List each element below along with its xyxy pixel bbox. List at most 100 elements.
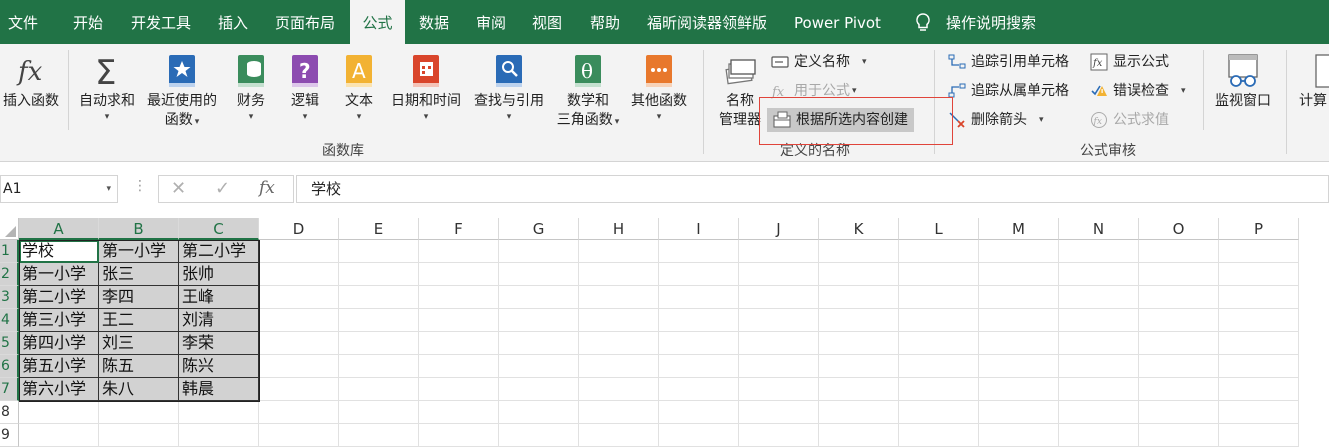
- column-header-p[interactable]: P: [1219, 218, 1299, 240]
- cell-f6[interactable]: [419, 355, 499, 378]
- cell-l8[interactable]: [899, 401, 979, 424]
- cell-k1[interactable]: [819, 240, 899, 263]
- cell-b5[interactable]: 刘三: [99, 332, 179, 355]
- show-formulas-button[interactable]: fx 显示公式: [1090, 50, 1169, 74]
- cell-l6[interactable]: [899, 355, 979, 378]
- cell-f8[interactable]: [419, 401, 499, 424]
- cell-l9[interactable]: [899, 424, 979, 447]
- row-header-9[interactable]: 9: [0, 424, 19, 447]
- cell-k5[interactable]: [819, 332, 899, 355]
- formula-bar-grip[interactable]: ⋮: [133, 178, 147, 194]
- row-header-5[interactable]: 5: [0, 332, 19, 355]
- cell-b2[interactable]: 张三: [99, 263, 179, 286]
- cell-i7[interactable]: [659, 378, 739, 401]
- cell-g4[interactable]: [499, 309, 579, 332]
- cell-d7[interactable]: [259, 378, 339, 401]
- cell-e6[interactable]: [339, 355, 419, 378]
- cell-f7[interactable]: [419, 378, 499, 401]
- cell-k9[interactable]: [819, 424, 899, 447]
- cell-m2[interactable]: [979, 263, 1059, 286]
- cell-o4[interactable]: [1139, 309, 1219, 332]
- cell-h6[interactable]: [579, 355, 659, 378]
- cell-j6[interactable]: [739, 355, 819, 378]
- cell-e3[interactable]: [339, 286, 419, 309]
- cell-p6[interactable]: [1219, 355, 1299, 378]
- cell-c2[interactable]: 张帅: [179, 263, 259, 286]
- cell-d8[interactable]: [259, 401, 339, 424]
- trace-precedents-button[interactable]: 追踪引用单元格: [948, 50, 1069, 74]
- cell-j1[interactable]: [739, 240, 819, 263]
- cell-l3[interactable]: [899, 286, 979, 309]
- cell-l1[interactable]: [899, 240, 979, 263]
- watch-window-button[interactable]: 监视窗口: [1208, 52, 1278, 111]
- cell-n9[interactable]: [1059, 424, 1139, 447]
- cell-j5[interactable]: [739, 332, 819, 355]
- cell-g2[interactable]: [499, 263, 579, 286]
- cell-l2[interactable]: [899, 263, 979, 286]
- column-header-k[interactable]: K: [819, 218, 899, 240]
- define-name-button[interactable]: 定义名称 ▾: [771, 50, 867, 74]
- cell-i9[interactable]: [659, 424, 739, 447]
- cell-n4[interactable]: [1059, 309, 1139, 332]
- cell-j9[interactable]: [739, 424, 819, 447]
- cell-m4[interactable]: [979, 309, 1059, 332]
- cell-c1[interactable]: 第二小学: [179, 240, 259, 263]
- tell-me-search[interactable]: 操作说明搜索: [946, 0, 1036, 44]
- tab-foxit[interactable]: 福昕阅读器领鲜版: [647, 0, 767, 44]
- cell-d3[interactable]: [259, 286, 339, 309]
- cell-i2[interactable]: [659, 263, 739, 286]
- tab-power-pivot[interactable]: Power Pivot: [794, 0, 881, 44]
- cell-d1[interactable]: [259, 240, 339, 263]
- cell-b8[interactable]: [99, 401, 179, 424]
- cell-k7[interactable]: [819, 378, 899, 401]
- row-header-2[interactable]: 2: [0, 263, 19, 286]
- column-header-i[interactable]: I: [659, 218, 739, 240]
- cell-h5[interactable]: [579, 332, 659, 355]
- cell-k2[interactable]: [819, 263, 899, 286]
- cell-e2[interactable]: [339, 263, 419, 286]
- column-header-m[interactable]: M: [979, 218, 1059, 240]
- insert-function-button[interactable]: fx 插入函数: [0, 52, 62, 111]
- tab-formulas[interactable]: 公式: [350, 0, 405, 44]
- cell-c5[interactable]: 李荣: [179, 332, 259, 355]
- cell-g8[interactable]: [499, 401, 579, 424]
- cell-h4[interactable]: [579, 309, 659, 332]
- cell-k8[interactable]: [819, 401, 899, 424]
- recently-used-button[interactable]: 最近使用的 函数 ▾: [142, 52, 222, 132]
- cell-j2[interactable]: [739, 263, 819, 286]
- cell-j7[interactable]: [739, 378, 819, 401]
- cell-c4[interactable]: 刘清: [179, 309, 259, 332]
- cell-d9[interactable]: [259, 424, 339, 447]
- cell-e8[interactable]: [339, 401, 419, 424]
- cell-g9[interactable]: [499, 424, 579, 447]
- cell-f2[interactable]: [419, 263, 499, 286]
- cell-m8[interactable]: [979, 401, 1059, 424]
- cell-d4[interactable]: [259, 309, 339, 332]
- cell-h1[interactable]: [579, 240, 659, 263]
- cell-o1[interactable]: [1139, 240, 1219, 263]
- cell-e7[interactable]: [339, 378, 419, 401]
- cell-g7[interactable]: [499, 378, 579, 401]
- column-header-g[interactable]: G: [499, 218, 579, 240]
- tab-home[interactable]: 开始: [73, 0, 103, 44]
- select-all-corner[interactable]: [0, 218, 19, 240]
- cancel-icon[interactable]: ✕: [171, 178, 186, 199]
- cell-e1[interactable]: [339, 240, 419, 263]
- cell-o8[interactable]: [1139, 401, 1219, 424]
- cell-j8[interactable]: [739, 401, 819, 424]
- cell-f5[interactable]: [419, 332, 499, 355]
- cell-a5[interactable]: 第四小学: [19, 332, 99, 355]
- cell-l4[interactable]: [899, 309, 979, 332]
- cell-f3[interactable]: [419, 286, 499, 309]
- column-header-o[interactable]: O: [1139, 218, 1219, 240]
- error-checking-button[interactable]: 错误检查 ▾: [1090, 79, 1186, 103]
- trace-dependents-button[interactable]: 追踪从属单元格: [948, 79, 1069, 103]
- tab-view[interactable]: 视图: [532, 0, 562, 44]
- column-header-a[interactable]: A: [19, 218, 99, 240]
- tab-help[interactable]: 帮助: [590, 0, 620, 44]
- cell-m6[interactable]: [979, 355, 1059, 378]
- cell-p9[interactable]: [1219, 424, 1299, 447]
- column-header-c[interactable]: C: [179, 218, 259, 240]
- tab-page-layout[interactable]: 页面布局: [275, 0, 335, 44]
- cell-j4[interactable]: [739, 309, 819, 332]
